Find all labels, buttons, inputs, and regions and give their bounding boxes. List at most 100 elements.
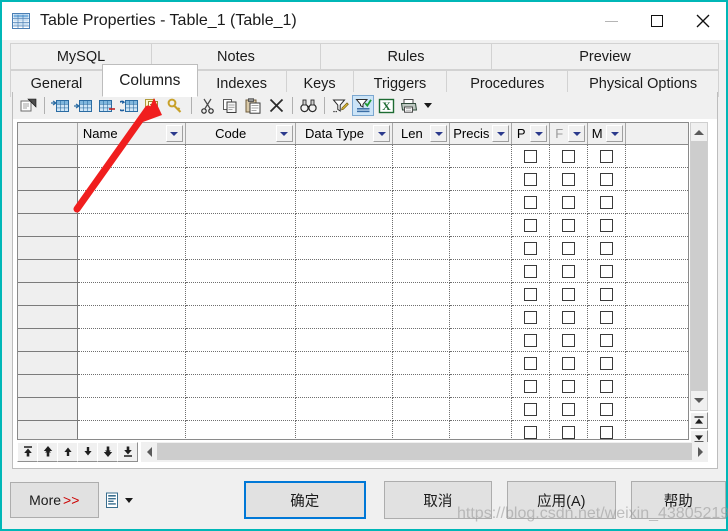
cell-code[interactable] <box>185 168 296 191</box>
cell-m[interactable] <box>588 375 627 398</box>
cell-len[interactable] <box>393 191 451 214</box>
checkbox-m[interactable] <box>600 287 614 301</box>
cell-len[interactable] <box>393 306 451 329</box>
cell-code[interactable] <box>185 191 296 214</box>
checkbox-m[interactable] <box>600 172 614 186</box>
table-row[interactable] <box>18 260 688 283</box>
cell-rowhdr[interactable] <box>18 421 78 439</box>
cell-name[interactable] <box>77 398 186 421</box>
cell-datatype[interactable] <box>295 237 394 260</box>
apply-button[interactable]: 应用(A) <box>507 481 616 519</box>
cell-code[interactable] <box>185 145 296 168</box>
grid-header-mandatory[interactable]: M <box>588 123 627 144</box>
cell-precis[interactable] <box>450 306 513 329</box>
cell-f[interactable] <box>550 214 589 237</box>
cell-len[interactable] <box>393 168 451 191</box>
cell-datatype[interactable] <box>295 191 394 214</box>
cell-code[interactable] <box>185 214 296 237</box>
cell-len[interactable] <box>393 283 451 306</box>
cell-m[interactable] <box>588 145 627 168</box>
checkbox-f[interactable] <box>562 195 576 209</box>
cell-datatype[interactable] <box>295 283 394 306</box>
cell-precis[interactable] <box>450 352 513 375</box>
checkbox-p[interactable] <box>524 241 538 255</box>
cell-rowhdr[interactable] <box>18 375 78 398</box>
checkbox-m[interactable] <box>600 425 614 439</box>
cell-p[interactable] <box>512 237 551 260</box>
table-row[interactable] <box>18 168 688 191</box>
filter-dropdown-icon[interactable] <box>165 125 183 142</box>
cell-code[interactable] <box>185 352 296 375</box>
grid-header-foreign[interactable]: F <box>550 123 589 144</box>
cell-m[interactable] <box>588 398 627 421</box>
filter-edit-icon[interactable] <box>329 95 351 116</box>
cell-f[interactable] <box>550 145 589 168</box>
cell-len[interactable] <box>393 398 451 421</box>
cell-name[interactable] <box>77 375 186 398</box>
cell-rowhdr[interactable] <box>18 214 78 237</box>
more-button[interactable]: More >> <box>10 482 99 518</box>
checkbox-p[interactable] <box>524 287 538 301</box>
cell-p[interactable] <box>512 214 551 237</box>
cut-icon[interactable] <box>196 95 218 116</box>
cell-datatype[interactable] <box>295 145 394 168</box>
insert-column-icon[interactable] <box>49 95 71 116</box>
cell-code[interactable] <box>185 306 296 329</box>
tab-columns[interactable]: Columns <box>101 64 198 97</box>
cell-name[interactable] <box>77 214 186 237</box>
cell-rowhdr[interactable] <box>18 329 78 352</box>
cell-f[interactable] <box>550 168 589 191</box>
cell-m[interactable] <box>588 168 627 191</box>
page-up-button[interactable] <box>690 412 708 429</box>
cell-m[interactable] <box>588 352 627 375</box>
cell-p[interactable] <box>512 352 551 375</box>
minimize-icon[interactable] <box>588 2 634 40</box>
cell-datatype[interactable] <box>295 352 394 375</box>
checkbox-f[interactable] <box>562 172 576 186</box>
cell-len[interactable] <box>393 260 451 283</box>
cell-name[interactable] <box>77 329 186 352</box>
cell-p[interactable] <box>512 145 551 168</box>
table-row[interactable] <box>18 214 688 237</box>
cell-precis[interactable] <box>450 421 513 439</box>
cell-p[interactable] <box>512 168 551 191</box>
cell-code[interactable] <box>185 237 296 260</box>
cell-precis[interactable] <box>450 329 513 352</box>
checkbox-f[interactable] <box>562 425 576 439</box>
filter-dropdown-icon[interactable] <box>568 125 586 142</box>
cell-rowhdr[interactable] <box>18 237 78 260</box>
cell-f[interactable] <box>550 352 589 375</box>
move-up-many-button[interactable] <box>37 441 58 462</box>
scroll-right-icon[interactable] <box>692 442 708 462</box>
cell-m[interactable] <box>588 306 627 329</box>
grid-header-code[interactable]: Code <box>185 123 296 144</box>
cell-f[interactable] <box>550 398 589 421</box>
cell-name[interactable] <box>77 306 186 329</box>
cell-m[interactable] <box>588 260 627 283</box>
chevron-down-icon[interactable] <box>124 497 133 503</box>
tab-preview[interactable]: Preview <box>491 43 719 70</box>
checkbox-f[interactable] <box>562 402 576 416</box>
cell-rowhdr[interactable] <box>18 306 78 329</box>
properties-icon[interactable] <box>17 95 39 116</box>
delete-x-icon[interactable] <box>265 95 287 116</box>
cell-p[interactable] <box>512 191 551 214</box>
duplicate-row-icon[interactable] <box>141 95 163 116</box>
table-row[interactable] <box>18 375 688 398</box>
cell-p[interactable] <box>512 421 551 439</box>
checkbox-m[interactable] <box>600 333 614 347</box>
cancel-button[interactable]: 取消 <box>383 481 493 519</box>
cell-m[interactable] <box>588 214 627 237</box>
cell-precis[interactable] <box>450 375 513 398</box>
cell-p[interactable] <box>512 260 551 283</box>
cell-precis[interactable] <box>450 398 513 421</box>
checkbox-f[interactable] <box>562 149 576 163</box>
cell-len[interactable] <box>393 237 451 260</box>
checkbox-p[interactable] <box>524 356 538 370</box>
cell-precis[interactable] <box>450 237 513 260</box>
checkbox-m[interactable] <box>600 310 614 324</box>
checkbox-p[interactable] <box>524 264 538 278</box>
checkbox-f[interactable] <box>562 356 576 370</box>
cell-precis[interactable] <box>450 145 513 168</box>
find-binoculars-icon[interactable] <box>297 95 319 116</box>
